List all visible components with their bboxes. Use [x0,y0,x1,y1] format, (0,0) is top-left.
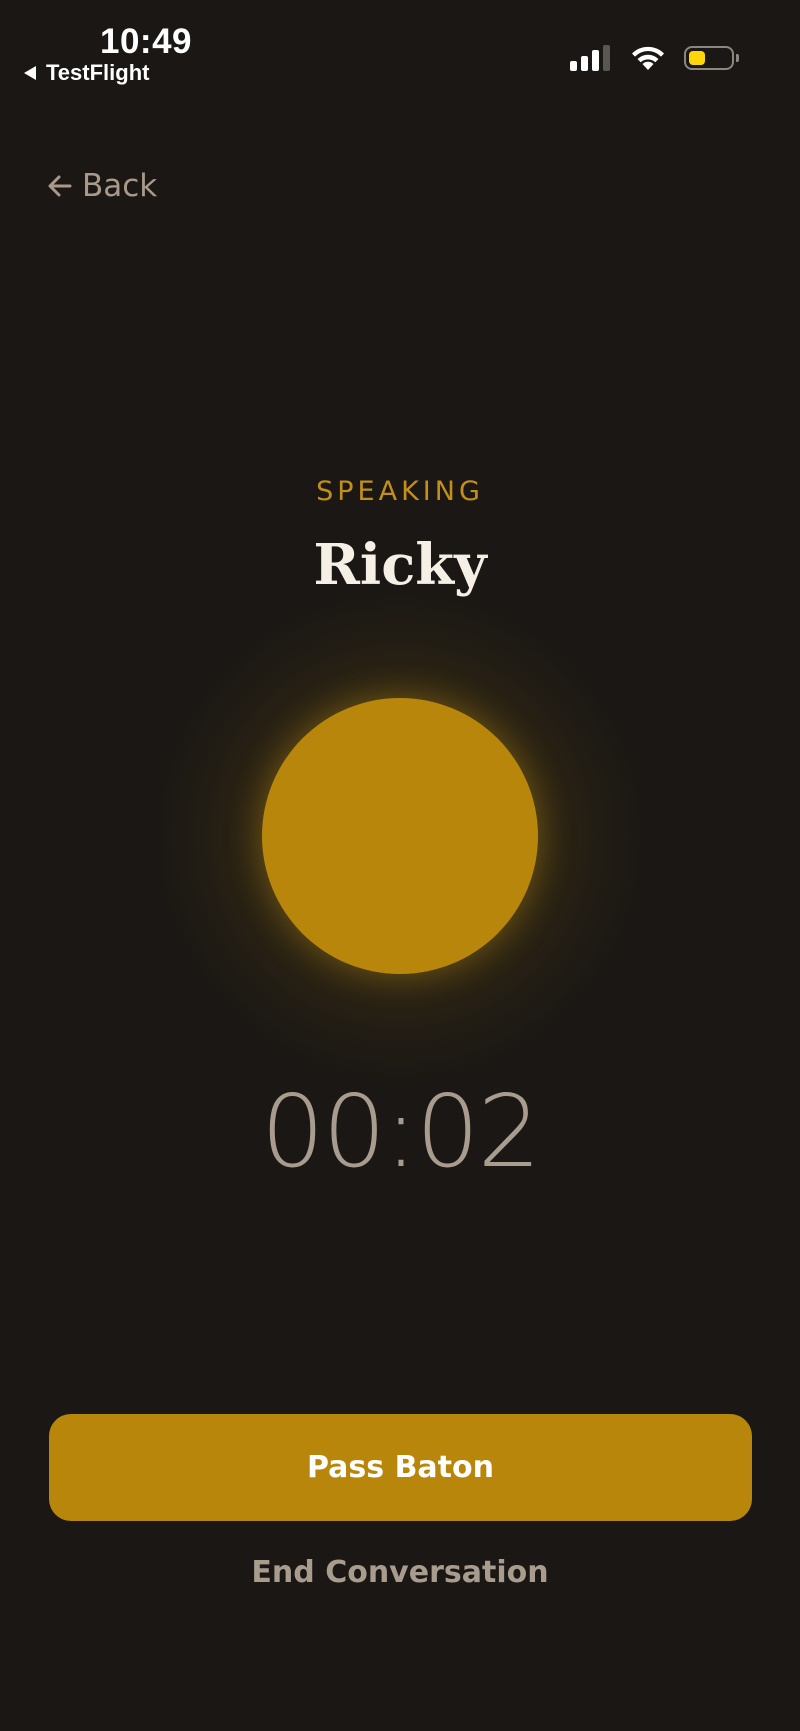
end-conversation-button[interactable]: End Conversation [0,1555,800,1590]
arrow-left-icon [48,175,72,197]
back-triangle-icon [24,66,36,80]
speaking-timer: 00:02 [260,1073,541,1190]
return-to-app-link[interactable]: TestFlight [24,60,149,86]
back-label: Back [82,168,158,204]
cellular-signal-icon [570,45,610,71]
pass-baton-button[interactable]: Pass Baton [49,1414,752,1521]
speaking-orb [262,698,538,974]
battery-fill [689,51,705,65]
speaking-state-label: SPEAKING [316,476,484,507]
battery-nub [736,54,739,62]
battery-icon [684,46,739,70]
wifi-icon [632,46,664,70]
back-button[interactable]: Back [46,168,157,204]
status-time: 10:49 [100,22,193,61]
return-app-label: TestFlight [46,60,150,85]
speaking-screen: 10:49 TestFlight Back SPEAKING Ricky 00:… [0,0,800,1731]
status-icons [570,44,739,72]
